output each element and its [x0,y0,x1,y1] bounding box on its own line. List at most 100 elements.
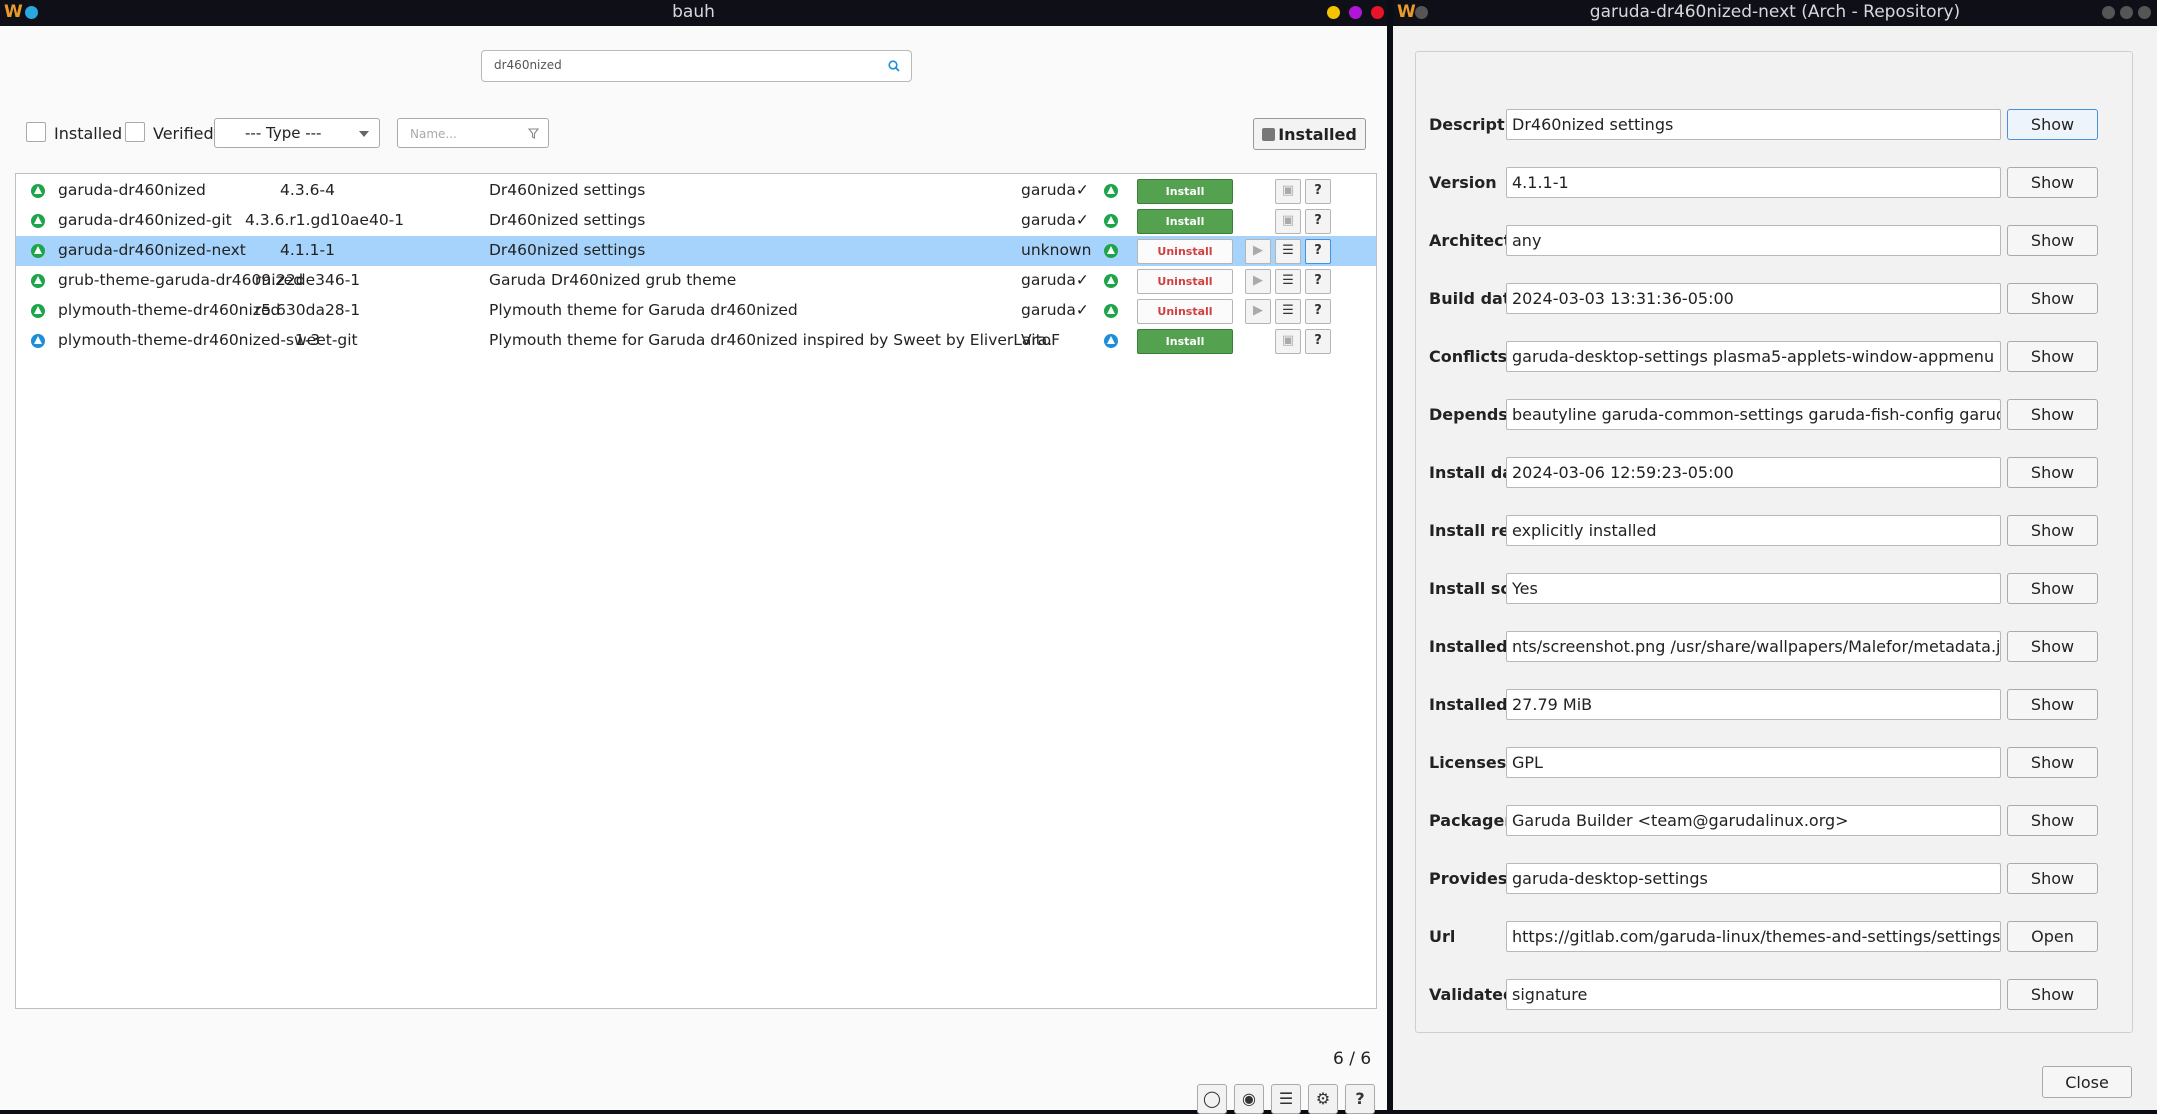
show-field-button[interactable]: Show [2007,341,2098,372]
close-window-button[interactable] [1371,6,1384,19]
menu-icon: ☰ [1282,273,1294,288]
actions-menu-button[interactable]: ☰ [1275,299,1301,324]
show-field-button[interactable]: Show [2007,631,2098,662]
package-version: 1-3 [294,331,321,349]
info-titlebar[interactable]: W garuda-dr460nized-next (Arch - Reposit… [1393,0,2157,26]
name-filter-placeholder: Name... [410,127,457,141]
install-button[interactable]: Install [1137,329,1233,354]
minimize-button[interactable] [2102,6,2115,19]
table-row[interactable]: plymouth-theme-dr460nized-sweet-git 1-3 Pl… [16,326,1376,356]
field-value[interactable]: garuda-desktop-settings [1506,863,2001,894]
table-row[interactable]: plymouth-theme-dr460nized r5.630da28-1 Ply… [16,296,1376,326]
show-field-button[interactable]: Show [2007,167,2098,198]
name-filter-input[interactable]: Name... [397,118,549,148]
camera-icon: ▣ [1281,213,1295,228]
field-row: Description Dr460nized settings Show [1416,109,2132,141]
package-type-icon [31,304,45,318]
field-value[interactable]: nts/screenshot.png /usr/share/wallpapers… [1506,631,2001,662]
open-url-button[interactable]: Open [2007,921,2098,952]
uninstall-button[interactable]: Uninstall [1137,239,1233,264]
package-publisher: garuda✓ [1021,181,1089,199]
search-input[interactable]: dr460nized [481,50,912,82]
field-value[interactable]: Garuda Builder <team@garudalinux.org> [1506,805,2001,836]
package-version: r9.22de346-1 [254,271,361,289]
screenshot-button[interactable]: ▣ [1275,329,1301,354]
field-label: Licenses [1429,753,1507,772]
table-row[interactable]: garuda-dr460nized 4.3.6-4 Dr460nized setti… [16,176,1376,206]
show-field-button[interactable]: Show [2007,573,2098,604]
show-field-button[interactable]: Show [2007,399,2098,430]
maximize-button[interactable] [2120,6,2133,19]
play-icon: ▶ [1253,273,1263,288]
maximize-button[interactable] [1349,6,1362,19]
field-value[interactable]: https://gitlab.com/garuda-linux/themes-a… [1506,921,2001,952]
show-field-button[interactable]: Show [2007,979,2098,1010]
table-row[interactable]: garuda-dr460nized-next 4.1.1-1 Dr460nized … [16,236,1376,266]
table-row[interactable]: grub-theme-garuda-dr460nized r9.22de346-1… [16,266,1376,296]
installed-button[interactable]: Installed [1253,118,1366,150]
search-icon[interactable] [887,59,901,73]
field-value[interactable]: 27.79 MiB [1506,689,2001,720]
run-button[interactable]: ▶ [1245,239,1271,264]
info-button[interactable]: ? [1305,269,1331,294]
package-type-icon [31,244,45,258]
package-publisher: garuda✓ [1021,271,1089,289]
repository-icon [1104,244,1118,258]
field-value[interactable]: explicitly installed [1506,515,2001,546]
chevron-down-icon [359,131,369,137]
field-value[interactable]: garuda-desktop-settings plasma5-applets-… [1506,341,2001,372]
type-select[interactable]: --- Type --- [214,118,380,148]
help-icon: ? [1314,273,1322,288]
field-value[interactable]: 2024-03-03 13:31:36-05:00 [1506,283,2001,314]
show-field-button[interactable]: Show [2007,805,2098,836]
show-field-button[interactable]: Show [2007,515,2098,546]
info-button[interactable]: ? [1305,209,1331,234]
field-value[interactable]: 2024-03-06 12:59:23-05:00 [1506,457,2001,488]
show-field-button[interactable]: Show [2007,457,2098,488]
actions-menu-button[interactable]: ☰ [1275,239,1301,264]
close-button[interactable]: Close [2042,1066,2132,1098]
verified-checkbox[interactable] [125,122,145,142]
package-type-icon [31,184,45,198]
run-button[interactable]: ▶ [1245,269,1271,294]
uninstall-button[interactable]: Uninstall [1137,299,1233,324]
info-button[interactable]: ? [1305,329,1331,354]
install-button[interactable]: Install [1137,179,1233,204]
field-value[interactable]: any [1506,225,2001,256]
main-titlebar[interactable]: W bauh [0,0,1387,26]
show-field-button[interactable]: Show [2007,689,2098,720]
field-value[interactable]: Yes [1506,573,2001,604]
installed-checkbox[interactable] [26,122,46,142]
screenshot-button[interactable]: ▣ [1275,179,1301,204]
show-field-button[interactable]: Show [2007,225,2098,256]
info-button[interactable]: ? [1305,239,1331,264]
field-value[interactable]: 4.1.1-1 [1506,167,2001,198]
info-button[interactable]: ? [1305,179,1331,204]
field-value[interactable]: GPL [1506,747,2001,778]
table-row[interactable]: garuda-dr460nized-git 4.3.6.r1.gd10ae40-1… [16,206,1376,236]
show-field-button[interactable]: Show [2007,109,2098,140]
play-icon: ▶ [1253,243,1263,258]
minimize-button[interactable] [1327,6,1340,19]
result-count: 6 / 6 [1333,1049,1372,1069]
show-field-button[interactable]: Show [2007,283,2098,314]
field-value[interactable]: Dr460nized settings [1506,109,2001,140]
help-icon: ? [1314,333,1322,348]
install-button[interactable]: Install [1137,209,1233,234]
uninstall-button[interactable]: Uninstall [1137,269,1233,294]
field-row: Architecture any Show [1416,225,2132,257]
screenshot-button[interactable]: ▣ [1275,209,1301,234]
run-button[interactable]: ▶ [1245,299,1271,324]
package-description: Plymouth theme for Garuda dr460nized [489,301,798,319]
field-row: Install date 2024-03-06 12:59:23-05:00 Sho… [1416,457,2132,489]
package-name: garuda-dr460nized [58,181,206,199]
field-value[interactable]: signature [1506,979,2001,1010]
show-field-button[interactable]: Show [2007,747,2098,778]
info-body: Description Dr460nized settings Show Versio… [1393,26,2157,1110]
info-button[interactable]: ? [1305,299,1331,324]
actions-menu-button[interactable]: ☰ [1275,269,1301,294]
close-window-button[interactable] [2138,6,2151,19]
field-value[interactable]: beautyline garuda-common-settings garuda… [1506,399,2001,430]
show-field-button[interactable]: Show [2007,863,2098,894]
help-icon: ? [1314,183,1322,198]
